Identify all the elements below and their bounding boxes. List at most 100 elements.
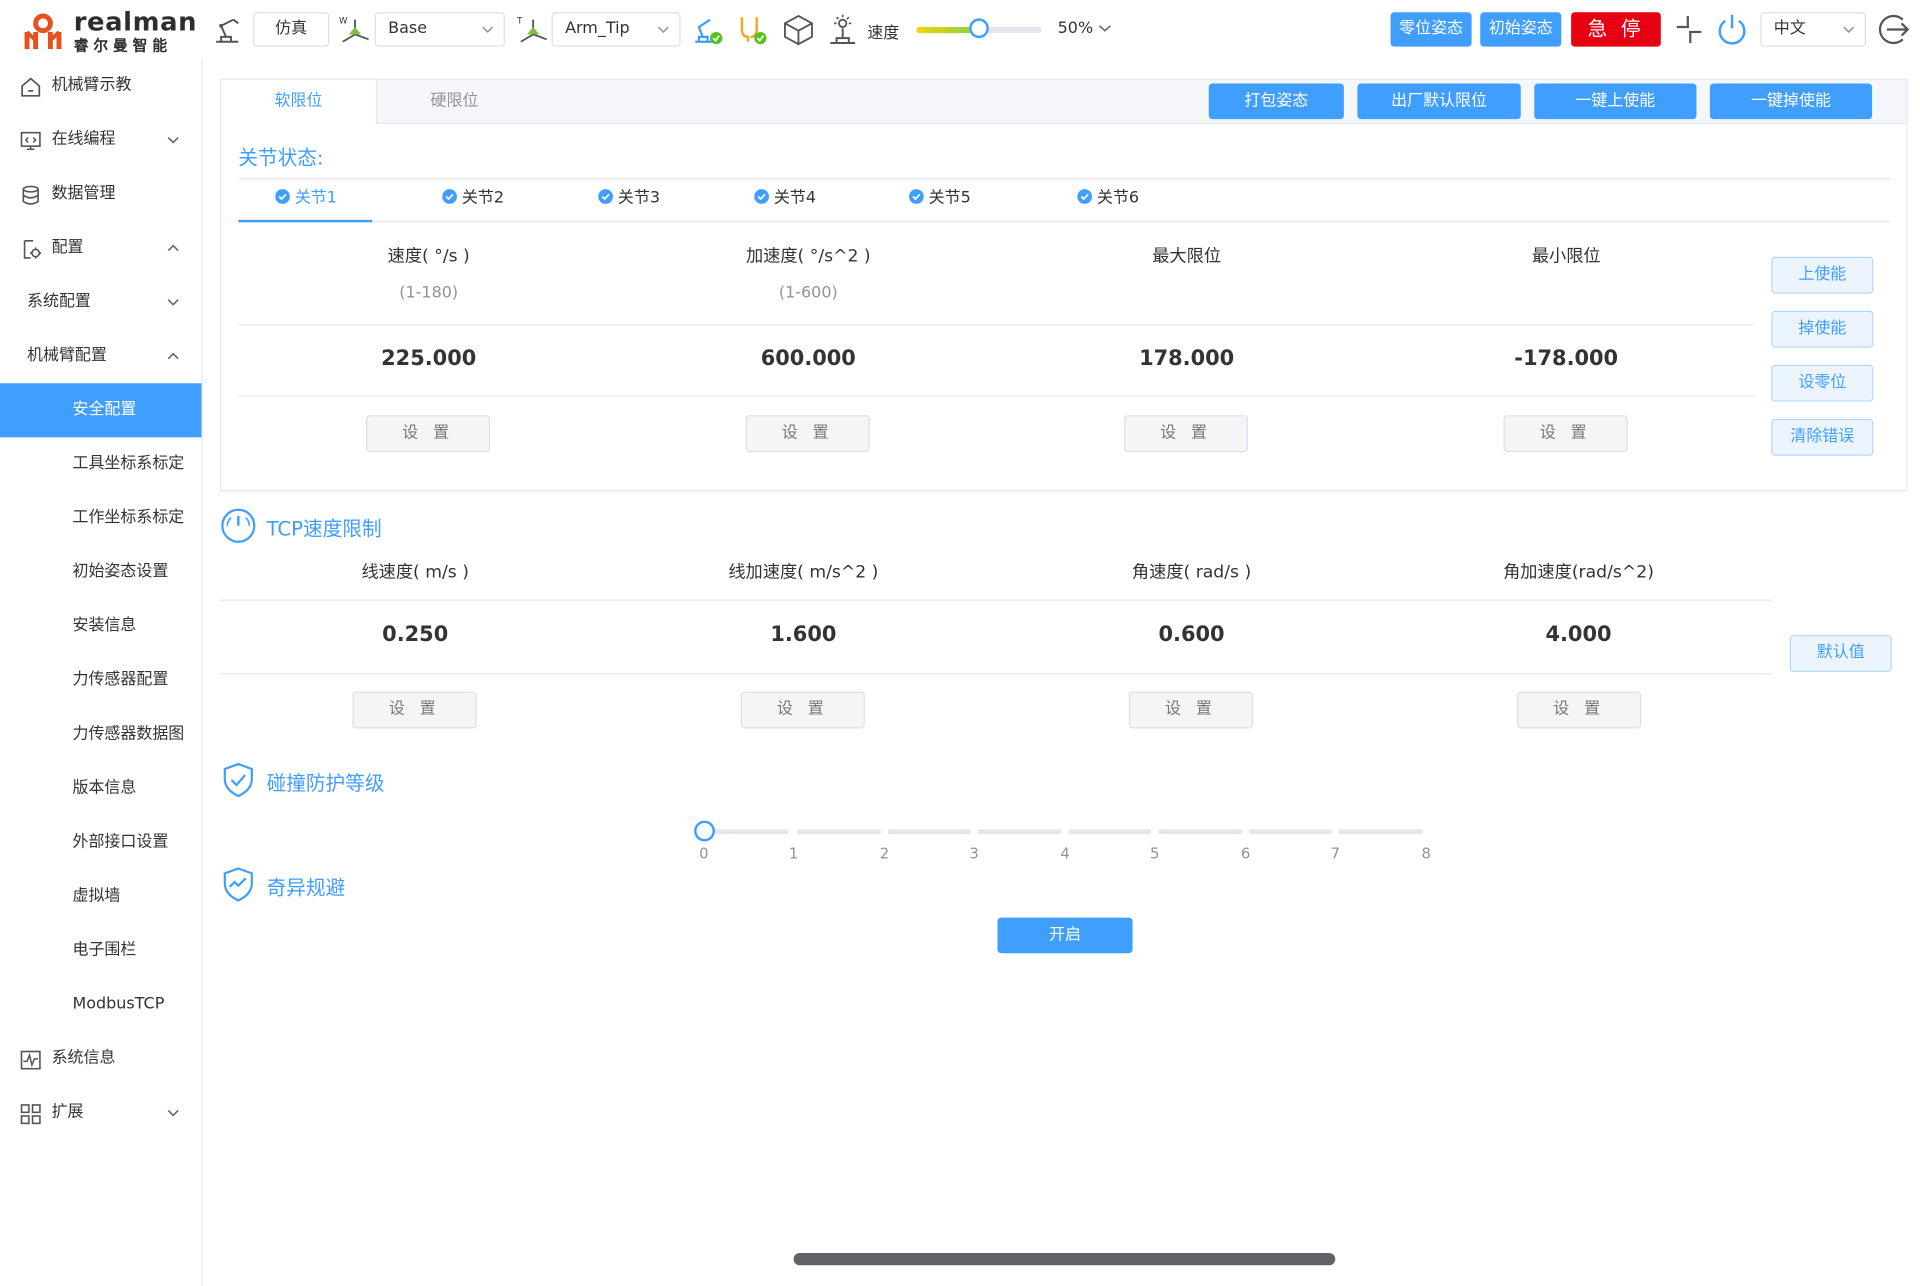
- sidebar-item-arm-config[interactable]: 机械臂配置: [0, 329, 201, 383]
- frame-select[interactable]: Base: [374, 12, 505, 47]
- robot-arm-icon[interactable]: [211, 12, 245, 46]
- joint-tab-label: 关节1: [294, 189, 337, 208]
- pack-pose-button[interactable]: 打包姿态: [1208, 83, 1344, 120]
- chevron-down-icon[interactable]: [1098, 23, 1112, 33]
- joint-tab-4[interactable]: 关节4: [754, 178, 816, 220]
- slider-tick-label: 0: [699, 845, 709, 863]
- collision-slider-handle[interactable]: [693, 820, 715, 842]
- sidebar-item-version-info[interactable]: 版本信息: [0, 762, 201, 816]
- enable-all-button[interactable]: 一键上使能: [1534, 83, 1697, 120]
- check-circle-icon: [754, 189, 769, 204]
- sidebar-item-system-config[interactable]: 系统配置: [0, 275, 201, 329]
- joint-disable-button[interactable]: 掉使能: [1771, 310, 1874, 348]
- set-zero-button[interactable]: 设零位: [1771, 364, 1874, 402]
- sidebar-item-force-sensor-config[interactable]: 力传感器配置: [0, 654, 201, 708]
- home-icon: [21, 77, 41, 97]
- chevron-down-icon: [167, 137, 179, 144]
- sidebar-item-work-frame-calibration[interactable]: 工作坐标系标定: [0, 491, 201, 545]
- sidebar-item-label: 数据管理: [51, 184, 116, 203]
- set-joint-min-limit-button[interactable]: 设 置: [1503, 415, 1628, 453]
- sidebar-item-virtual-wall[interactable]: 虚拟墙: [0, 870, 201, 924]
- disable-all-button[interactable]: 一键掉使能: [1709, 83, 1873, 120]
- slider-tick-label: 7: [1330, 845, 1340, 863]
- sidebar-item-init-pose-setting[interactable]: 初始姿态设置: [0, 545, 201, 599]
- set-tcp-linear-speed-button[interactable]: 设 置: [352, 691, 477, 729]
- sidebar-item-modbus-tcp[interactable]: ModbusTCP: [0, 978, 201, 1032]
- joint-speed-value[interactable]: 225.000: [330, 346, 527, 371]
- sidebar-item-force-sensor-chart[interactable]: 力传感器数据图: [0, 708, 201, 762]
- tcp-linear-speed-value[interactable]: 0.250: [317, 623, 514, 648]
- sidebar-item-label: 初始姿态设置: [72, 562, 169, 582]
- cube-icon[interactable]: [781, 12, 815, 46]
- sidebar-item-install-info[interactable]: 安装信息: [0, 599, 201, 653]
- slider-segment: [1338, 829, 1423, 835]
- joint-accel-value[interactable]: 600.000: [710, 346, 907, 371]
- tab-soft-limit[interactable]: 软限位: [221, 79, 378, 125]
- speed-slider[interactable]: [916, 18, 1042, 39]
- horizontal-scrollbar[interactable]: [793, 1252, 1336, 1266]
- joint-tab-label: 关节2: [461, 189, 504, 208]
- sidebar-item-label: 力传感器数据图: [72, 724, 185, 744]
- init-pose-button[interactable]: 初始姿态: [1480, 12, 1562, 47]
- zero-pose-button[interactable]: 零位姿态: [1390, 12, 1472, 47]
- joint-tab-6[interactable]: 关节6: [1077, 178, 1139, 220]
- sidebar-item-arm-teach[interactable]: 机械臂示教: [0, 59, 201, 113]
- sidebar-item-safety-config[interactable]: 安全配置: [0, 383, 202, 438]
- tcp-default-button[interactable]: 默认值: [1789, 635, 1892, 672]
- joint-enable-button[interactable]: 上使能: [1771, 256, 1874, 294]
- logo-text-cn: 睿尔曼智能: [73, 36, 172, 55]
- sidebar-item-online-programming[interactable]: 在线编程: [0, 113, 201, 167]
- speed-slider-handle[interactable]: [969, 18, 989, 39]
- joint-tab-2[interactable]: 关节2: [442, 178, 504, 220]
- language-value: 中文: [1773, 19, 1806, 39]
- set-tcp-angular-speed-button[interactable]: 设 置: [1128, 691, 1253, 729]
- joint-tab-5[interactable]: 关节5: [909, 178, 971, 220]
- joint-tab-label: 关节3: [617, 189, 660, 208]
- set-tcp-angular-accel-button[interactable]: 设 置: [1517, 691, 1642, 729]
- sidebar-item-config[interactable]: 配置: [0, 221, 201, 275]
- chevron-down-icon: [167, 1109, 179, 1117]
- teach-pendant-icon[interactable]: [825, 12, 859, 46]
- simulation-mode-button[interactable]: 仿真: [253, 12, 330, 47]
- tab-hard-limit[interactable]: 硬限位: [377, 80, 532, 123]
- tcp-linear-accel-value[interactable]: 1.600: [705, 623, 902, 648]
- sidebar-item-tool-frame-calibration[interactable]: 工具坐标系标定: [0, 437, 201, 491]
- tcp-angular-speed-value[interactable]: 0.600: [1093, 623, 1290, 648]
- sidebar-item-label: 系统信息: [51, 1049, 116, 1068]
- tool-frame-icon: T: [516, 16, 547, 43]
- sidebar-item-label: 安装信息: [72, 616, 137, 636]
- tcp-angular-accel-value[interactable]: 4.000: [1480, 623, 1677, 648]
- collapse-icon[interactable]: [1672, 12, 1706, 46]
- set-joint-speed-button[interactable]: 设 置: [366, 415, 491, 453]
- realman-logo-icon: [24, 13, 62, 50]
- tool-select[interactable]: Arm_Tip: [551, 12, 681, 47]
- check-circle-icon: [275, 189, 290, 204]
- sidebar-item-extensions[interactable]: 扩展: [0, 1086, 201, 1140]
- sidebar-item-external-interface[interactable]: 外部接口设置: [0, 816, 201, 870]
- slider-tick-label: 4: [1060, 845, 1070, 863]
- emergency-stop-button[interactable]: 急 停: [1571, 12, 1661, 47]
- set-joint-max-limit-button[interactable]: 设 置: [1123, 415, 1249, 453]
- shield-chart-icon: [223, 867, 253, 902]
- set-joint-accel-button[interactable]: 设 置: [745, 415, 870, 453]
- set-tcp-linear-accel-button[interactable]: 设 置: [740, 691, 865, 729]
- gripper-status-icon[interactable]: [735, 12, 769, 46]
- code-icon: [20, 131, 41, 150]
- language-select[interactable]: 中文: [1760, 12, 1866, 47]
- slider-segment: [888, 829, 971, 835]
- arm-status-ok-icon[interactable]: [690, 12, 724, 46]
- singularity-enable-button[interactable]: 开启: [997, 917, 1133, 954]
- logout-icon[interactable]: [1876, 11, 1913, 48]
- joint-tab-3[interactable]: 关节3: [598, 178, 660, 220]
- sidebar-item-system-info[interactable]: 系统信息: [0, 1032, 201, 1086]
- power-icon[interactable]: [1715, 12, 1749, 46]
- clear-error-button[interactable]: 清除错误: [1771, 418, 1874, 456]
- joint-tab-1[interactable]: 关节1: [275, 178, 337, 220]
- sidebar-item-electronic-fence[interactable]: 电子围栏: [0, 924, 201, 978]
- joint-min-limit-value[interactable]: -178.000: [1468, 346, 1665, 371]
- factory-default-limit-button[interactable]: 出厂默认限位: [1357, 83, 1521, 120]
- sidebar-item-label: 安全配置: [72, 400, 137, 419]
- sidebar-item-label: 工具坐标系标定: [72, 454, 185, 473]
- joint-max-limit-value[interactable]: 178.000: [1088, 346, 1285, 371]
- sidebar-item-data-management[interactable]: 数据管理: [0, 167, 201, 221]
